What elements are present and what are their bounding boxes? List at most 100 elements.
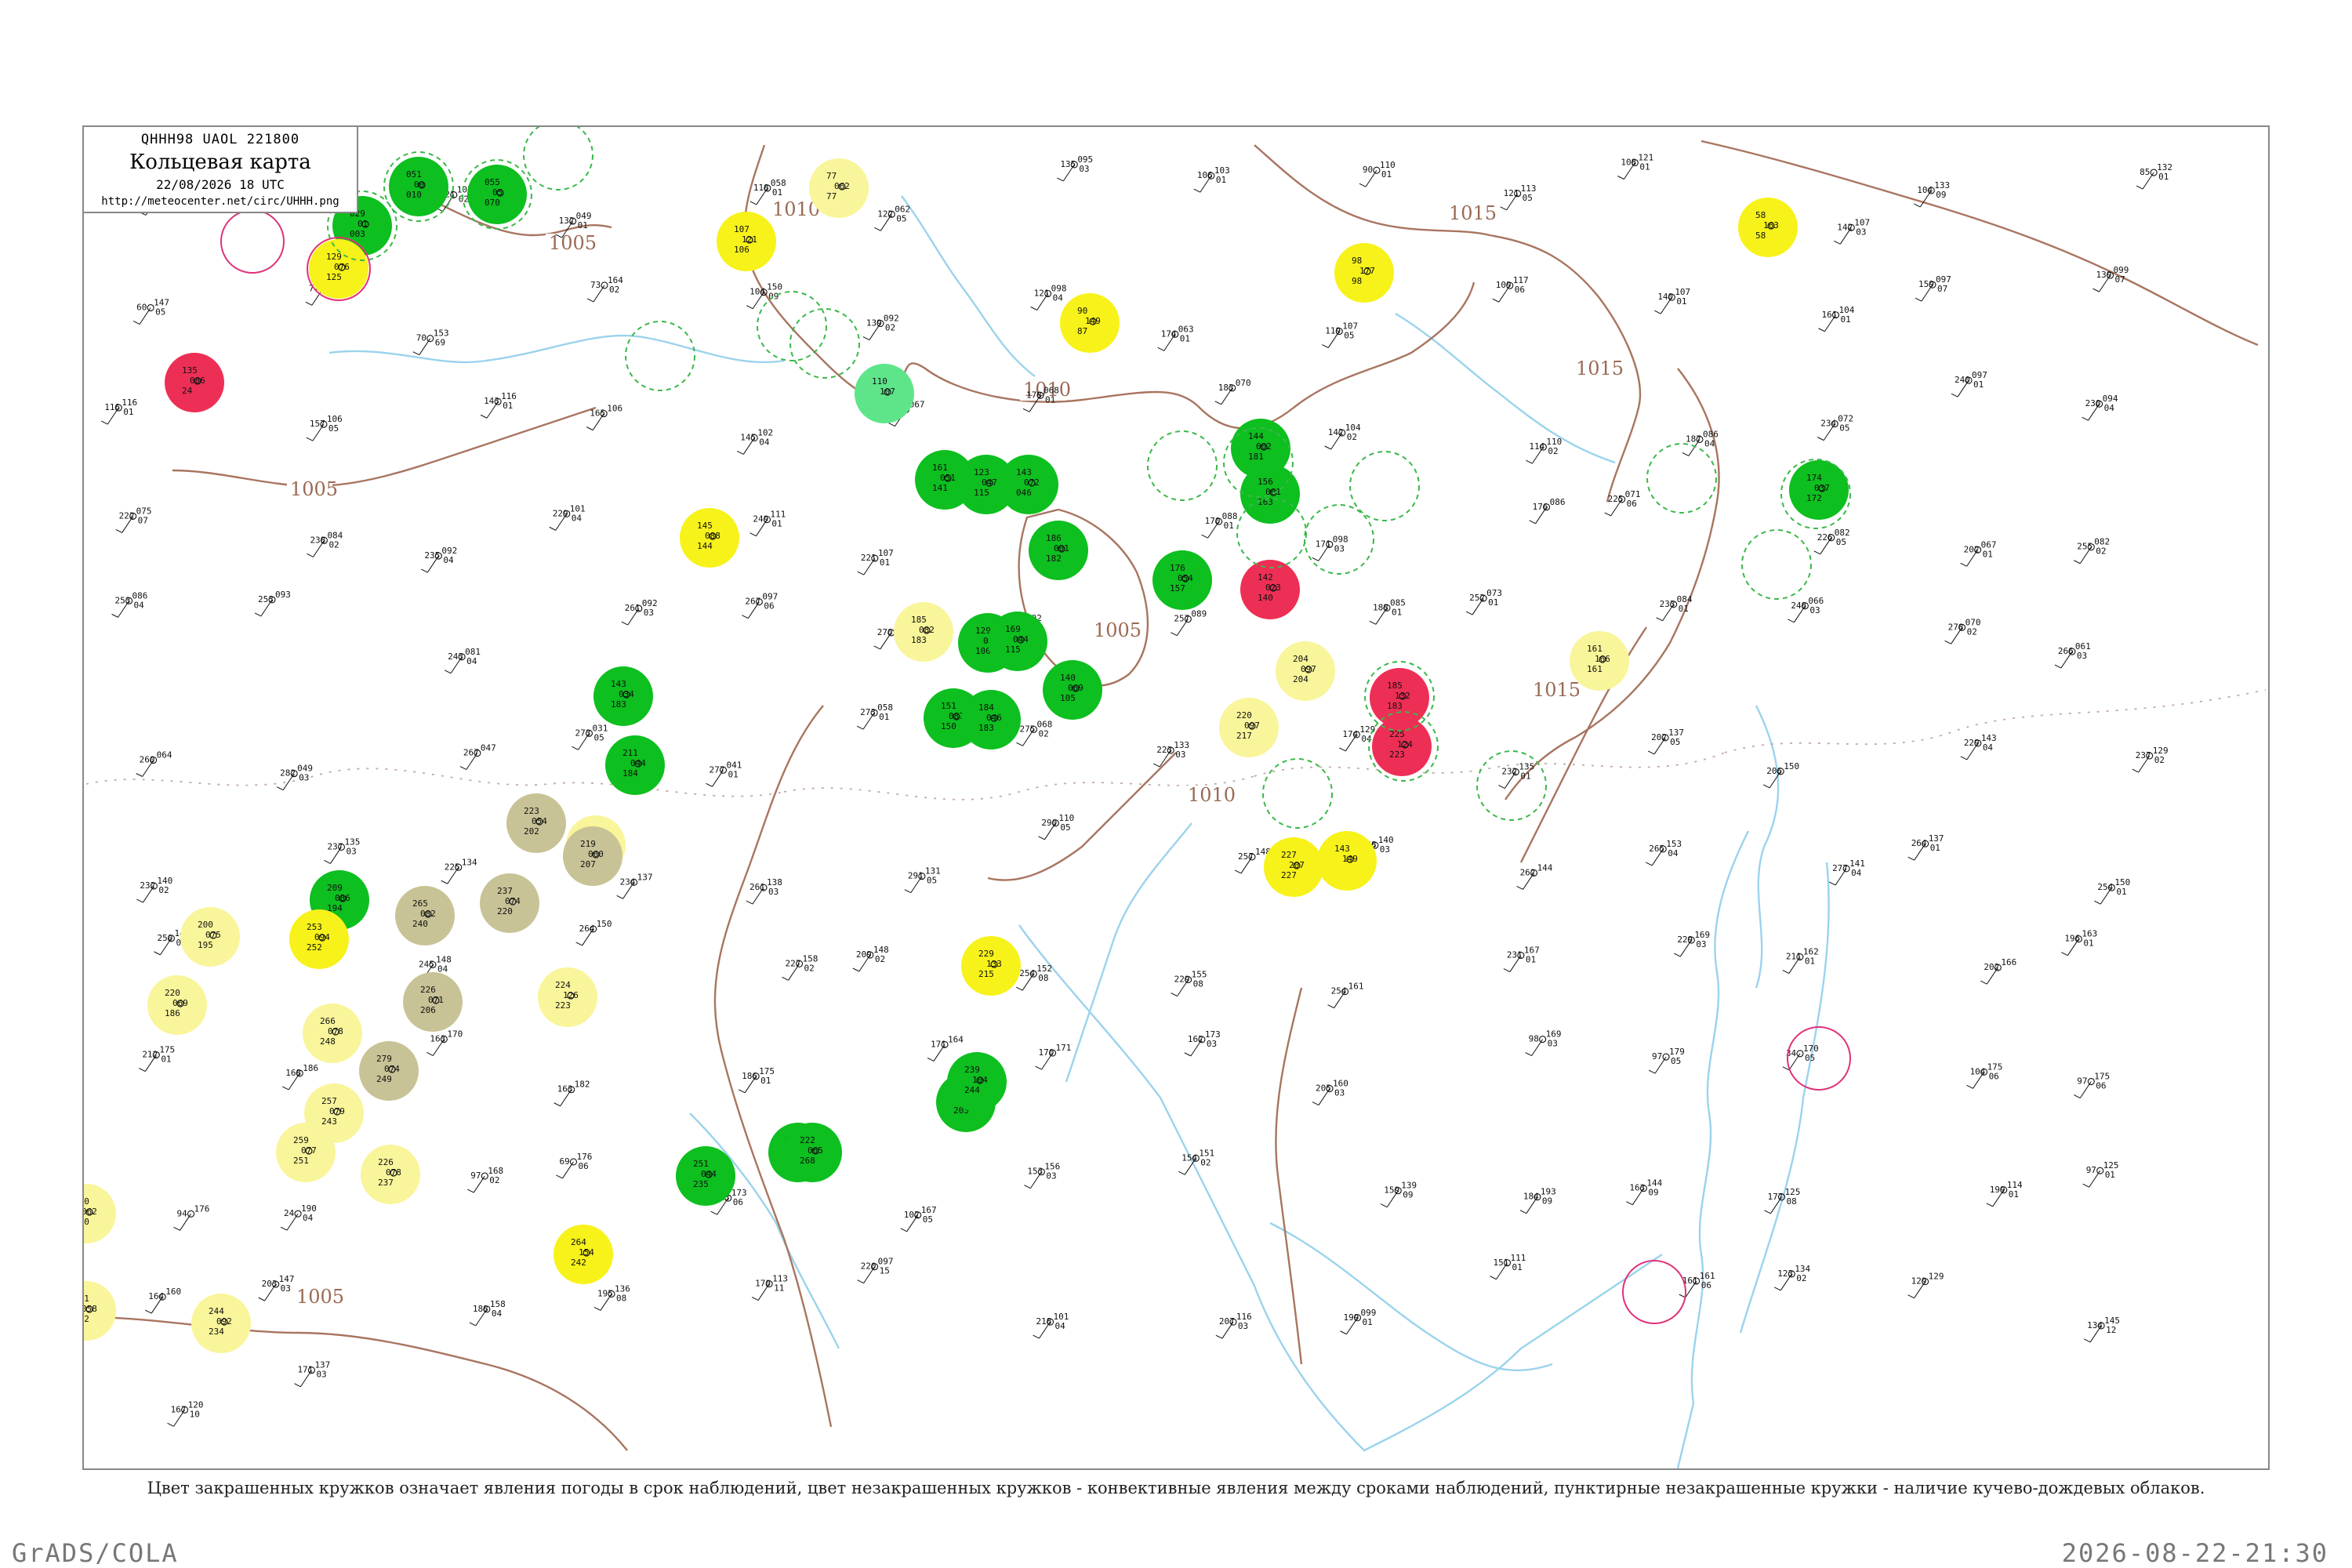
wind-barb-icon [710,1210,717,1215]
station-value: 200 [198,920,213,930]
station-plot: 16701231 [1503,946,1540,973]
wind-barb-icon [1312,557,1319,561]
station-plot: 11101249 [750,510,786,537]
station-plot: 06603248 [1788,596,1824,623]
station-plot: 06802275 [1016,719,1052,746]
station-tendency: 02 [1038,728,1048,739]
station-tendency: 04 [1704,438,1715,448]
station-tendency: 03 [1548,1039,1558,1049]
station-tendency: 01 [2116,887,2126,897]
station-tendency: 06 [1627,499,1637,509]
station-value: 144 [1248,431,1264,441]
station-plot: 09204235 [421,546,457,573]
station-pressure: 150 [597,919,612,929]
station-tendency: 01 [2105,1170,2115,1180]
station-plot: 07301252 [1465,588,1502,615]
wind-barb-icon [737,451,744,455]
station-plot: 10701140 [1654,287,1690,314]
station-tendency: 02 [459,194,469,205]
station-value: 229 [978,949,994,959]
station-tendency: 02 [158,885,169,895]
wind-barb-icon [1171,632,1178,637]
station-value: 145 [697,521,713,531]
station-plot: 176 94 [173,1203,209,1231]
station-tendency: 07 [138,515,148,525]
station-plot: 06801178 [1022,385,1059,412]
weather-circle-yellow: 9817798 [1334,243,1394,303]
wind-barb-icon [1340,1330,1347,1335]
wind-barb-icon [115,528,122,533]
wind-barb-icon [751,1297,759,1301]
station-value: 223 [524,806,539,816]
wind-barb-icon [441,880,448,884]
station-tendency: 05 [923,1214,933,1225]
cb-cloud-ring [1476,750,1547,821]
wind-barb-icon [444,670,452,674]
wind-barb-icon [1024,1185,1031,1189]
synoptic-map: 1010 101510151005100510101005101010151005… [74,127,2267,1468]
station-plot: 09803171 [1312,534,1348,561]
station-temp: 70 [416,333,426,343]
weather-circle-green: 05505070 [467,165,527,224]
wind-barb-icon [2082,416,2089,421]
cb-rings-layer [220,127,1851,1324]
wind-barb-icon [621,621,628,626]
wind-barb-icon [1960,562,1967,567]
cb-cloud-ring [1147,430,1218,501]
wind-barb-icon [1171,993,1178,997]
station-tendency: 01 [123,407,133,417]
station-plot: 16301196 [2061,929,2097,956]
station-plot: 182163 [554,1080,590,1107]
weather-circle-olive: 219060207 [563,826,622,886]
wind-barb-icon [1519,1210,1527,1214]
wind-barb-icon [1647,750,1655,755]
station-tendency: 01 [1216,175,1226,185]
station-plot: 14703203 [258,1274,295,1301]
station-tendency: 15 [880,1266,890,1276]
station-plot: 1470560 [132,298,169,325]
map-url[interactable]: http://meteocenter.net/circ/UHHH.png [84,195,357,208]
wind-barb-icon [1035,1065,1042,1070]
station-plot: 08202255 [2074,537,2110,564]
station-tendency: 06 [1701,1280,1711,1290]
wind-barb-icon [2082,1183,2089,1188]
station-tendency: 04 [1668,848,1679,858]
station-pressure: 171 [1056,1043,1072,1053]
station-plot: 08205226 [1813,528,1850,555]
weather-circle-red: 13508624 [165,353,224,412]
wind-barb-icon [1214,401,1221,405]
station-value: 24 [182,386,193,396]
station-tendency: 05 [328,423,339,434]
station-tendency: 03 [1207,1039,1217,1049]
station-tendency: 01 [728,769,738,779]
station-plot: 12902237 [2132,746,2169,773]
station-plot: 064260 [136,750,172,777]
station-plot: 09701240 [1951,370,1987,397]
station-tendency: 03 [1238,1321,1248,1331]
weather-circle-green: 251044235 [676,1146,735,1206]
station-plot: 13608195 [593,1283,630,1311]
coastline [901,195,1036,377]
station-tendency: 08 [1193,979,1203,989]
station-value: 223 [1389,750,1405,760]
wind-barb-icon [1498,785,1505,789]
weather-circle-green: 184046183 [961,690,1021,750]
weather-circle-yellow: 227207227 [1264,837,1323,897]
station-plot: 13309104 [1914,180,1950,208]
station-plot: 09707159 [1915,274,1951,302]
station-value: 183 [1387,701,1403,711]
station-plot: 13105291 [904,866,941,894]
station-tendency: 04 [1983,742,1994,753]
station-tendency: 04 [492,1308,503,1319]
station-pressure: 144 [1537,862,1553,873]
wind-barb-icon [1907,1294,1915,1299]
station-tendency: 02 [1200,1157,1210,1167]
weather-circle-olive: 279074249 [359,1041,419,1101]
station-value: 195 [198,940,213,950]
station-value: 264 [571,1237,586,1247]
station-value: 250 [74,1217,89,1227]
station-tendency: 01 [1488,597,1498,608]
wind-barb-icon [1818,328,1825,332]
weather-circle-yellow: 129076125 [309,239,368,299]
wind-barb-icon [324,859,331,864]
